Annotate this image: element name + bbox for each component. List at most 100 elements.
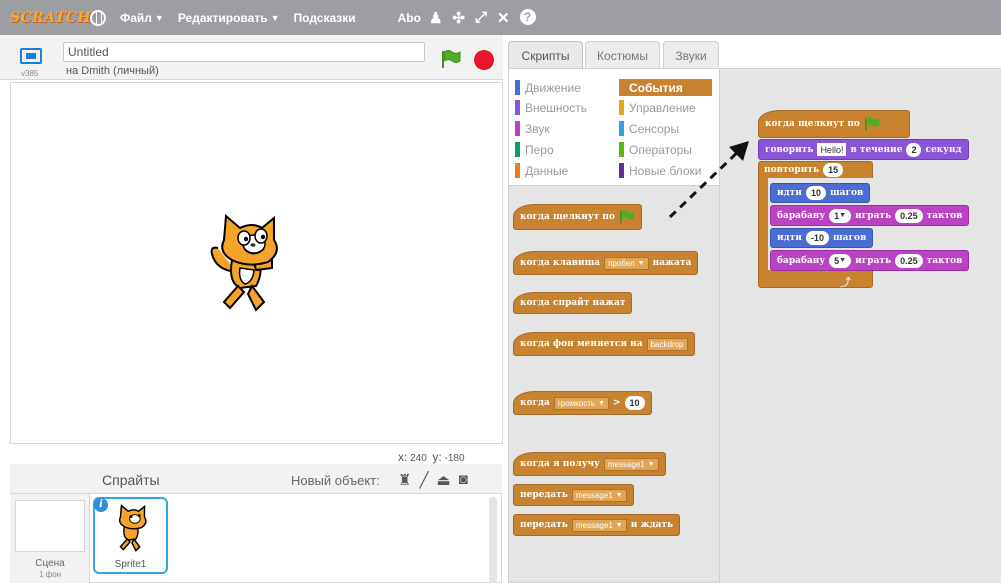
category-pen[interactable]: Перо bbox=[515, 141, 611, 158]
block-when-loudness[interactable]: когда громкость ▼ > 10 bbox=[513, 391, 652, 415]
paint-icon[interactable]: ╱ bbox=[419, 471, 428, 489]
block-label: секунд bbox=[925, 144, 962, 155]
chevron-down-icon: ▼ bbox=[615, 491, 623, 499]
fullscreen-icon[interactable] bbox=[20, 48, 42, 64]
block-label: говорить bbox=[765, 144, 814, 155]
choose-sprite-icon[interactable]: ♜ bbox=[398, 471, 411, 489]
steps-input[interactable]: 10 bbox=[805, 186, 826, 200]
category-events[interactable]: События bbox=[619, 79, 712, 96]
chevron-down-icon: ▼ bbox=[270, 12, 280, 23]
mouse-coordinates: x: 240 y: -180 bbox=[398, 450, 465, 464]
script-move-steps[interactable]: идти -10 шагов bbox=[770, 228, 874, 248]
grow-icon[interactable]: ⤢ bbox=[475, 9, 487, 27]
x-label: x: bbox=[398, 450, 408, 464]
loudness-threshold[interactable]: 10 bbox=[624, 396, 645, 410]
toolbar-icons: ♟ ✣ ⤢ ✕ ? bbox=[429, 8, 536, 27]
delete-icon[interactable]: ✣ bbox=[452, 9, 465, 27]
block-label: шагов bbox=[829, 188, 864, 198]
category-control[interactable]: Управление bbox=[619, 99, 712, 116]
block-when-key-pressed[interactable]: когда клавиша пробел ▼ нажата bbox=[513, 251, 699, 275]
block-label: передать bbox=[520, 490, 568, 500]
block-label: идти bbox=[777, 233, 802, 243]
repeat-count-input[interactable]: 15 bbox=[823, 163, 844, 177]
about-menu[interactable]: Abo bbox=[398, 11, 421, 25]
category-data[interactable]: Данные bbox=[515, 162, 611, 179]
backdrop-dropdown[interactable]: backdrop bbox=[646, 337, 688, 351]
sprites-scrollbar[interactable] bbox=[489, 497, 497, 583]
block-when-sprite-clicked[interactable]: когда спрайт нажат bbox=[513, 292, 633, 314]
tab-scripts[interactable]: Скрипты bbox=[508, 41, 583, 69]
gt-label: > bbox=[612, 398, 621, 408]
category-sound[interactable]: Звук bbox=[515, 120, 611, 137]
drum-number-input[interactable]: 1 ▼ bbox=[829, 208, 852, 223]
file-menu[interactable]: Файл ▼ bbox=[120, 11, 164, 25]
camera-icon[interactable]: ◙ bbox=[459, 471, 468, 489]
block-label: когда спрайт нажат bbox=[520, 298, 626, 308]
sprites-title: Спрайты bbox=[102, 472, 160, 488]
about-menu-label: Abo bbox=[397, 10, 421, 25]
script-play-drum[interactable]: барабану 5 ▼ играть 0.25 тактов bbox=[770, 250, 970, 271]
cat-sprite[interactable] bbox=[198, 210, 298, 320]
block-label: идти bbox=[777, 188, 802, 198]
block-label: когда bbox=[520, 398, 550, 408]
green-flag-icon[interactable] bbox=[441, 50, 461, 68]
menu-bar: SCRATCH Файл ▼ Редактировать ▼ Подсказки A… bbox=[0, 0, 1001, 35]
key-dropdown[interactable]: пробел ▼ bbox=[604, 256, 649, 270]
block-when-flag-clicked[interactable]: когда щелкнут по bbox=[513, 204, 642, 230]
chevron-down-icon: ▼ bbox=[615, 521, 623, 529]
x-value: 240 bbox=[410, 453, 427, 464]
block-broadcast-and-wait[interactable]: передать message1 ▼ и ждать bbox=[513, 514, 681, 536]
y-value: -180 bbox=[444, 453, 465, 464]
beats-input[interactable]: 0.25 bbox=[895, 208, 923, 223]
repeat-header: повторить 15 bbox=[758, 161, 849, 179]
block-label: играть bbox=[855, 255, 892, 266]
help-icon[interactable]: ? bbox=[519, 8, 536, 25]
message-dropdown[interactable]: message1 ▼ bbox=[603, 457, 659, 471]
upload-icon[interactable]: ⏏ bbox=[436, 471, 450, 489]
say-text-input[interactable]: Hello! bbox=[817, 143, 847, 156]
message-value: message1 bbox=[575, 490, 613, 500]
category-looks[interactable]: Внешность bbox=[515, 99, 611, 116]
block-label: тактов bbox=[926, 255, 963, 266]
script-when-flag-clicked[interactable]: когда щелкнут по bbox=[758, 110, 910, 138]
info-icon[interactable]: i bbox=[94, 498, 108, 512]
green-flag-icon bbox=[864, 117, 879, 131]
message-dropdown[interactable]: message1 ▼ bbox=[571, 518, 627, 532]
message-value: message1 bbox=[607, 459, 645, 469]
block-label: передать bbox=[520, 520, 568, 530]
scratch-logo[interactable]: SCRATCH bbox=[10, 7, 91, 29]
sprite-name: Sprite1 bbox=[114, 559, 147, 570]
script-play-drum[interactable]: барабану 1 ▼ играть 0.25 тактов bbox=[770, 205, 970, 226]
tab-costumes[interactable]: Костюмы bbox=[585, 41, 660, 69]
loudness-dropdown[interactable]: громкость ▼ bbox=[553, 396, 609, 410]
tab-sounds[interactable]: Звуки bbox=[663, 41, 719, 69]
scene-thumbnail[interactable] bbox=[15, 500, 85, 552]
edit-menu[interactable]: Редактировать ▼ bbox=[178, 11, 280, 25]
chevron-down-icon: ▼ bbox=[637, 259, 645, 267]
category-motion[interactable]: Движение bbox=[515, 79, 611, 96]
globe-icon[interactable] bbox=[90, 9, 106, 26]
new-object-icons: ♜ ╱ ⏏ ◙ bbox=[398, 471, 468, 489]
duplicate-icon[interactable]: ♟ bbox=[429, 9, 442, 27]
tips-menu[interactable]: Подсказки bbox=[294, 11, 356, 25]
block-when-i-receive[interactable]: когда я получу message1 ▼ bbox=[513, 452, 666, 476]
block-label: и ждать bbox=[630, 520, 674, 530]
shrink-icon[interactable]: ✕ bbox=[497, 9, 510, 27]
project-title-input[interactable] bbox=[63, 42, 425, 62]
block-when-backdrop-switches[interactable]: когда фон меняется на backdrop bbox=[513, 332, 695, 356]
message-dropdown[interactable]: message1 ▼ bbox=[571, 488, 627, 502]
green-flag-icon bbox=[619, 210, 634, 224]
block-broadcast[interactable]: передать message1 ▼ bbox=[513, 484, 634, 506]
message-value: message1 bbox=[575, 520, 613, 530]
steps-input[interactable]: -10 bbox=[805, 231, 829, 245]
chevron-down-icon: ▼ bbox=[647, 460, 655, 468]
drum-number-input[interactable]: 5 ▼ bbox=[829, 253, 852, 268]
block-label: когда клавиша bbox=[520, 258, 601, 268]
script-move-steps[interactable]: идти 10 шагов bbox=[770, 183, 871, 203]
scene-backdrop-count: 1 фон bbox=[38, 570, 62, 579]
block-label: нажата bbox=[652, 258, 692, 268]
beats-input[interactable]: 0.25 bbox=[895, 253, 923, 268]
stop-icon[interactable] bbox=[474, 50, 494, 70]
script-say-for-secs[interactable]: говорить Hello! в течение 2 секунд bbox=[758, 139, 969, 160]
say-secs-input[interactable]: 2 bbox=[906, 142, 922, 157]
